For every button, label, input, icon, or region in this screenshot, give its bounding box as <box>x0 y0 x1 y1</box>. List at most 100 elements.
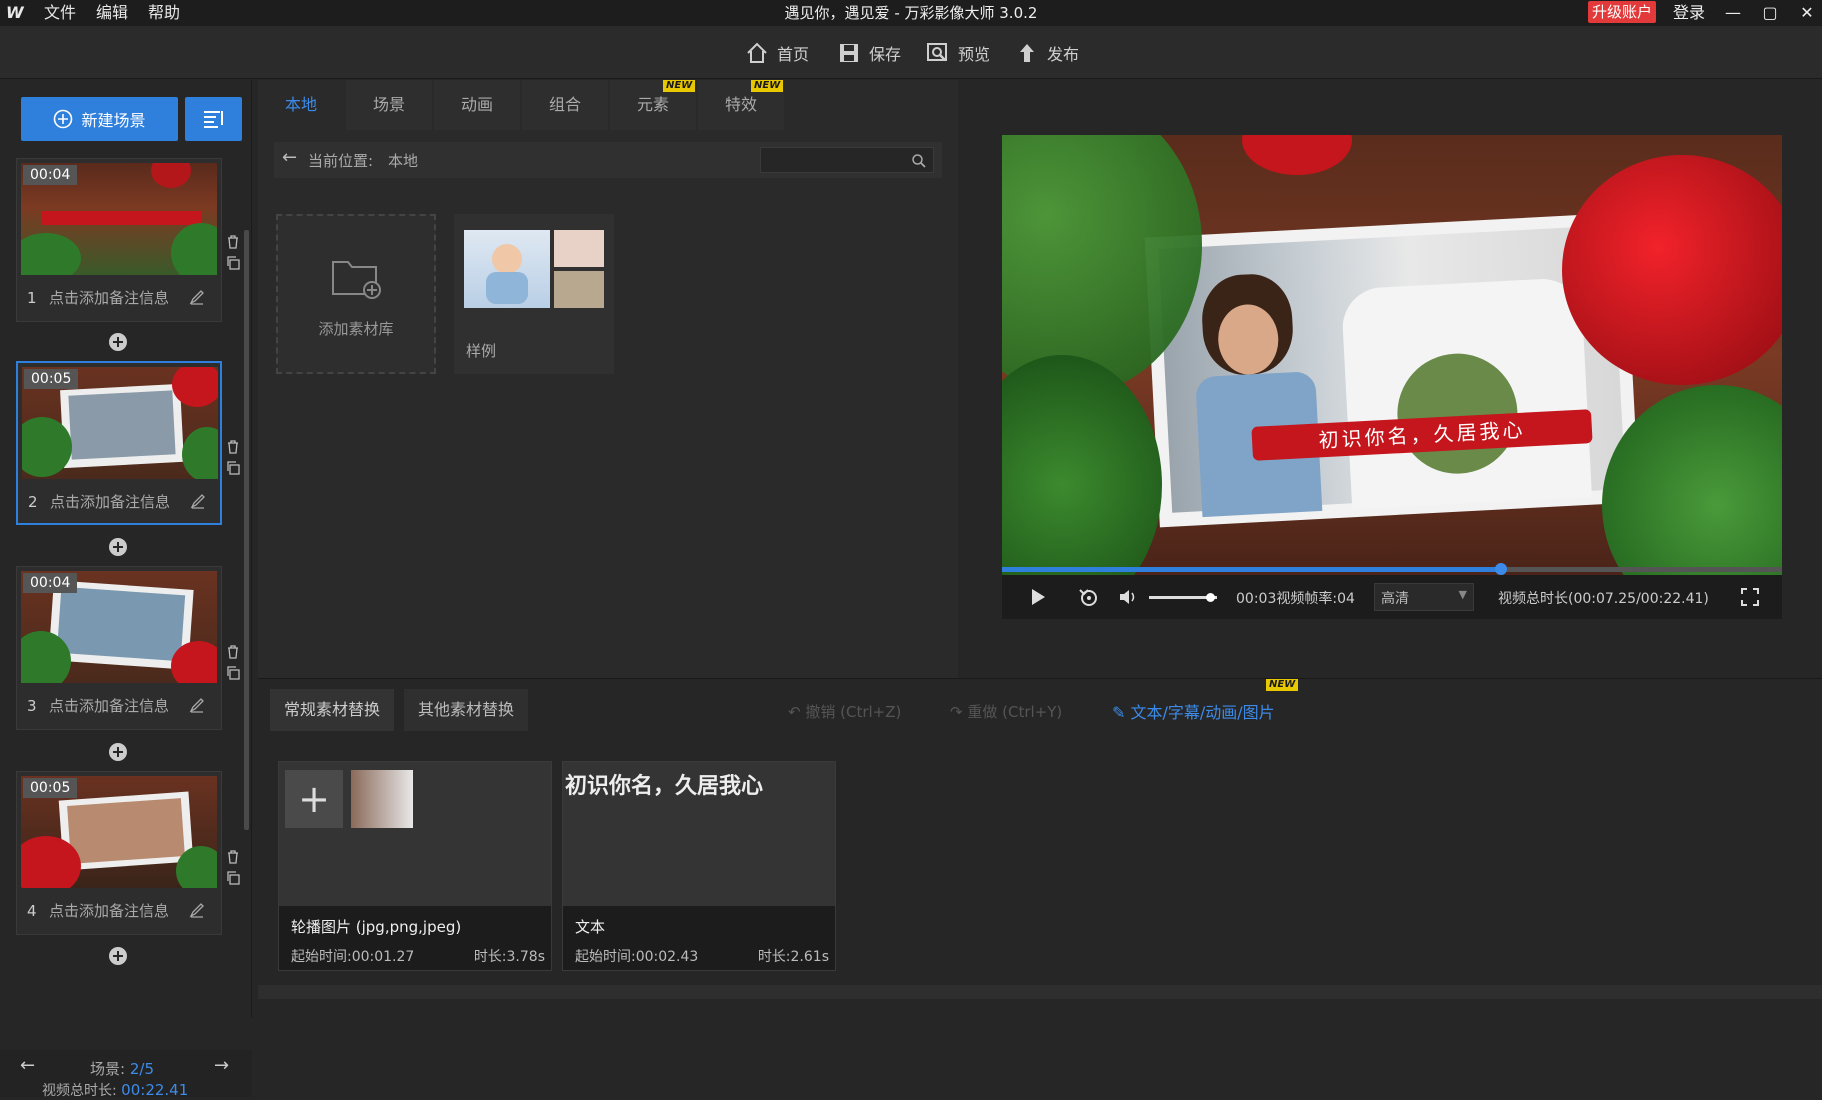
back-arrow-icon[interactable]: ← <box>282 147 297 168</box>
scene-note[interactable]: 点击添加备注信息 <box>50 491 170 512</box>
fullscreen-icon[interactable] <box>1740 587 1760 607</box>
progress-knob[interactable] <box>1495 563 1508 575</box>
sample-folder-card[interactable]: 样例 <box>454 214 614 374</box>
text-link-label: 文本/字幕/动画/图片 <box>1130 703 1275 722</box>
video-canvas[interactable]: 初识你名，久居我心 <box>1002 135 1782 575</box>
copy-icon[interactable] <box>226 666 240 680</box>
add-image-button[interactable]: + <box>285 770 343 828</box>
scene-note[interactable]: 点击添加备注信息 <box>49 900 169 921</box>
text-subtitle-link[interactable]: ✎ 文本/字幕/动画/图片 <box>1112 699 1275 723</box>
tab-other-replace[interactable]: 其他素材替换 <box>404 689 529 731</box>
edit-icon[interactable] <box>190 493 206 509</box>
play-icon[interactable] <box>1030 588 1046 606</box>
video-total-duration: 视频总时长(00:07.25/00:22.41) <box>1498 591 1709 607</box>
text-asset[interactable]: 初识你名，久居我心 文本 起始时间:00:02.43 时长:2.61s <box>562 761 836 971</box>
search-input[interactable] <box>760 147 934 173</box>
scene-note[interactable]: 点击添加备注信息 <box>49 695 169 716</box>
scene-count: 场景: 2/5 <box>90 1058 154 1079</box>
tab-animation[interactable]: 动画 <box>434 80 520 130</box>
player-controls: 00:03视频帧率:04 高清 ▼ 视频总时长(00:07.25/00:22.4… <box>1002 575 1782 619</box>
edit-icon[interactable] <box>189 902 205 918</box>
prev-scene-icon[interactable]: ← <box>20 1055 35 1076</box>
scene-list-button[interactable] <box>185 97 242 141</box>
delete-icon[interactable] <box>226 440 240 454</box>
scene-duration: 00:05 <box>24 369 79 389</box>
save-icon <box>840 44 858 62</box>
quality-value: 高清 <box>1381 591 1409 607</box>
maximize-icon[interactable]: ▢ <box>1755 0 1785 26</box>
close-icon[interactable]: ✕ <box>1792 0 1822 26</box>
total-duration-label: 视频总时长: <box>42 1083 117 1099</box>
path-bar: ← 当前位置: 本地 <box>274 142 942 178</box>
folder-add-icon <box>332 261 381 299</box>
redo-label: 重做 (Ctrl+Y) <box>967 703 1063 721</box>
title-bar: W 文件 编辑 帮助 遇见你，遇见爱 - 万彩影像大师 3.0.2 升级账户 登… <box>0 0 1822 26</box>
publish-button[interactable]: 发布 <box>1015 39 1079 67</box>
copy-icon[interactable] <box>226 461 240 475</box>
scene-index: 2 <box>28 493 38 511</box>
text-preview: 初识你名，久居我心 <box>565 773 764 799</box>
home-label: 首页 <box>777 45 810 64</box>
tab-common-replace[interactable]: 常规素材替换 <box>270 689 395 731</box>
volume-icon[interactable] <box>1118 587 1140 607</box>
redo-button[interactable]: ↷ 重做 (Ctrl+Y) <box>950 701 1062 722</box>
scene-card-3[interactable]: 00:04 3 点击添加备注信息 <box>16 566 222 730</box>
volume-slider[interactable] <box>1149 593 1217 602</box>
carousel-images-asset[interactable]: + 轮播图片 (jpg,png,jpeg) 起始时间:00:01.27 时长:3… <box>278 761 552 971</box>
scene-index: 1 <box>27 289 37 307</box>
scene-panel: 新建场景 00:04 1 点击添加备注信息 00:05 2 点击添加备注信息 0… <box>0 80 252 1099</box>
replay-icon[interactable] <box>1078 587 1100 607</box>
scene-card-2[interactable]: 00:05 2 点击添加备注信息 <box>16 361 222 525</box>
login-button[interactable]: 登录 <box>1673 0 1705 26</box>
minimize-icon[interactable]: — <box>1718 0 1748 26</box>
copy-icon[interactable] <box>226 256 240 270</box>
scene-duration: 00:05 <box>23 778 78 798</box>
add-scene-icon[interactable] <box>108 946 128 966</box>
publish-label: 发布 <box>1047 45 1080 64</box>
search-icon[interactable] <box>911 153 927 169</box>
home-button[interactable]: 首页 <box>745 39 809 67</box>
add-scene-icon[interactable] <box>108 332 128 352</box>
undo-icon: ↶ <box>788 703 801 721</box>
add-library-label: 添加素材库 <box>318 320 394 338</box>
next-scene-icon[interactable]: → <box>214 1055 229 1076</box>
save-button[interactable]: 保存 <box>837 39 901 67</box>
edit-icon[interactable] <box>189 697 205 713</box>
scene-scrollbar[interactable] <box>244 230 249 830</box>
copy-icon[interactable] <box>226 871 240 885</box>
window-title: 遇见你，遇见爱 - 万彩影像大师 3.0.2 <box>784 4 1038 22</box>
total-duration: 视频总时长: 00:22.41 <box>42 1080 188 1100</box>
edit-icon[interactable] <box>189 289 205 305</box>
scene-index: 3 <box>27 697 37 715</box>
preview-button[interactable]: 预览 <box>926 39 990 67</box>
scene-count-label: 场景: <box>90 1060 126 1078</box>
delete-icon[interactable] <box>226 235 240 249</box>
scene-duration: 00:04 <box>23 573 78 593</box>
scene-card-4[interactable]: 00:05 4 点击添加备注信息 <box>16 771 222 935</box>
tab-combination[interactable]: 组合 <box>522 80 608 130</box>
upgrade-button[interactable]: 升级账户 <box>1588 1 1656 23</box>
material-replace-panel: 常规素材替换 其他素材替换 ↶ 撤销 (Ctrl+Z) ↷ 重做 (Ctrl+Y… <box>258 678 1822 1017</box>
add-scene-icon[interactable] <box>108 537 128 557</box>
sample-thumb-1 <box>464 230 550 308</box>
sample-label: 样例 <box>466 342 497 360</box>
progress-track[interactable] <box>1002 563 1782 575</box>
asset-info: 文本 起始时间:00:02.43 时长:2.61s <box>563 906 835 970</box>
asset-info: 轮播图片 (jpg,png,jpeg) 起始时间:00:01.27 时长:3.7… <box>279 906 551 970</box>
new-scene-button[interactable]: 新建场景 <box>21 97 178 141</box>
scene-card-1[interactable]: 00:04 1 点击添加备注信息 <box>16 158 222 322</box>
quality-select[interactable]: 高清 ▼ <box>1374 583 1474 611</box>
scene-note[interactable]: 点击添加备注信息 <box>49 287 169 308</box>
volume-knob[interactable] <box>1206 593 1216 602</box>
undo-button[interactable]: ↶ 撤销 (Ctrl+Z) <box>788 701 901 722</box>
scene-footer: ← 场景: 2/5 → 视频总时长: 00:22.41 <box>0 1050 252 1100</box>
add-scene-icon[interactable] <box>108 742 128 762</box>
path-value: 本地 <box>388 152 419 170</box>
horizontal-scrollbar[interactable] <box>258 985 1822 999</box>
tab-local[interactable]: 本地 <box>258 80 344 130</box>
delete-icon[interactable] <box>226 645 240 659</box>
add-library-card[interactable]: 添加素材库 <box>276 214 436 374</box>
tab-scene[interactable]: 场景 <box>346 80 432 130</box>
delete-icon[interactable] <box>226 850 240 864</box>
image-thumbnail[interactable] <box>351 770 413 828</box>
